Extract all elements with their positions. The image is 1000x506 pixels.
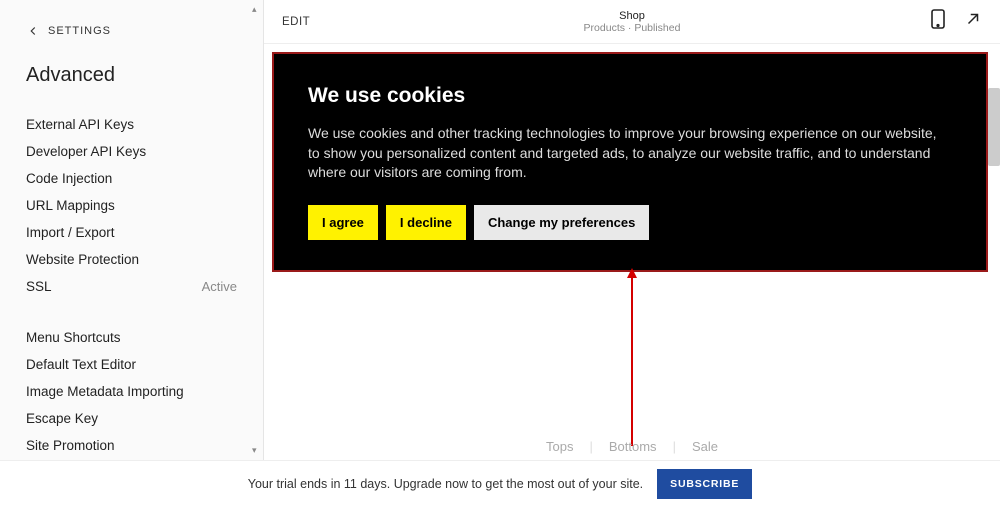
subscribe-button[interactable]: SUBSCRIBE <box>657 469 752 499</box>
cookie-preferences-button[interactable]: Change my preferences <box>474 205 649 240</box>
sidebar-item-label: Code Injection <box>26 171 112 186</box>
sidebar-title: Advanced <box>26 64 237 87</box>
sidebar-item[interactable]: Menu Shortcuts <box>26 324 237 351</box>
sidebar-item-label: Escape Key <box>26 411 98 426</box>
sidebar-item-label: Default Text Editor <box>26 357 136 372</box>
edit-button[interactable]: EDIT <box>282 16 310 28</box>
sidebar-item[interactable]: Developer API Keys <box>26 138 237 165</box>
sidebar-item[interactable]: External API Keys <box>26 111 237 138</box>
settings-sidebar: SETTINGS Advanced External API Keys Devel… <box>0 0 263 460</box>
sidebar-item[interactable]: Code Injection <box>26 165 237 192</box>
sidebar-item[interactable]: Import / Export <box>26 219 237 246</box>
cookie-agree-button[interactable]: I agree <box>308 205 378 240</box>
trial-text: Your trial ends in 11 days. Upgrade now … <box>248 477 643 491</box>
back-label: SETTINGS <box>48 25 111 37</box>
nav-bottoms[interactable]: Bottoms <box>593 439 673 454</box>
open-external-icon[interactable] <box>964 10 982 33</box>
trial-bar: Your trial ends in 11 days. Upgrade now … <box>0 460 1000 506</box>
back-to-settings[interactable]: SETTINGS <box>26 24 237 38</box>
sidebar-item-label: Website Protection <box>26 252 139 267</box>
sidebar-item-label: External API Keys <box>26 117 134 132</box>
scroll-arrow-down-icon[interactable]: ▾ <box>252 445 257 456</box>
preview-topbar: EDIT Shop Products · Published <box>264 0 1000 44</box>
preview-area: We use cookies We use cookies and other … <box>264 44 1000 460</box>
sidebar-item-label: Menu Shortcuts <box>26 330 121 345</box>
nav-sale[interactable]: Sale <box>676 439 734 454</box>
main-panel: EDIT Shop Products · Published We use co… <box>263 0 1000 460</box>
sidebar-list: External API Keys Developer API Keys Code … <box>26 111 237 459</box>
mobile-preview-icon[interactable] <box>930 8 946 35</box>
sidebar-item-label: SSL <box>26 279 52 294</box>
cookie-title: We use cookies <box>308 84 952 108</box>
sidebar-item[interactable]: URL Mappings <box>26 192 237 219</box>
scroll-arrow-up-icon[interactable]: ▴ <box>252 4 257 15</box>
cookie-text: We use cookies and other tracking techno… <box>308 124 952 183</box>
sidebar-item-label: Site Promotion <box>26 438 115 453</box>
sidebar-item[interactable]: Site Promotion <box>26 432 237 459</box>
nav-tops[interactable]: Tops <box>530 439 589 454</box>
annotation-arrow <box>631 276 633 446</box>
sidebar-item-label: Image Metadata Importing <box>26 384 184 399</box>
shop-nav: Tops | Bottoms | Sale <box>530 439 734 454</box>
cookie-buttons: I agree I decline Change my preferences <box>308 205 952 240</box>
sidebar-item-label: Developer API Keys <box>26 144 146 159</box>
sidebar-item[interactable]: Image Metadata Importing <box>26 378 237 405</box>
page-info: Shop Products · Published <box>584 10 681 34</box>
chevron-left-icon <box>26 24 40 38</box>
sidebar-item[interactable]: Website Protection <box>26 246 237 273</box>
sidebar-item-status: Active <box>202 279 237 294</box>
sidebar-item-label: Import / Export <box>26 225 115 240</box>
sidebar-item[interactable]: Default Text Editor <box>26 351 237 378</box>
page-name: Shop <box>584 10 681 22</box>
sidebar-item[interactable]: Escape Key <box>26 405 237 432</box>
page-status: Products · Published <box>584 22 681 34</box>
preview-scrollbar[interactable] <box>988 88 1000 166</box>
cookie-banner: We use cookies We use cookies and other … <box>272 52 988 272</box>
sidebar-item[interactable]: SSL Active <box>26 273 237 300</box>
sidebar-item-label: URL Mappings <box>26 198 115 213</box>
cookie-decline-button[interactable]: I decline <box>386 205 466 240</box>
